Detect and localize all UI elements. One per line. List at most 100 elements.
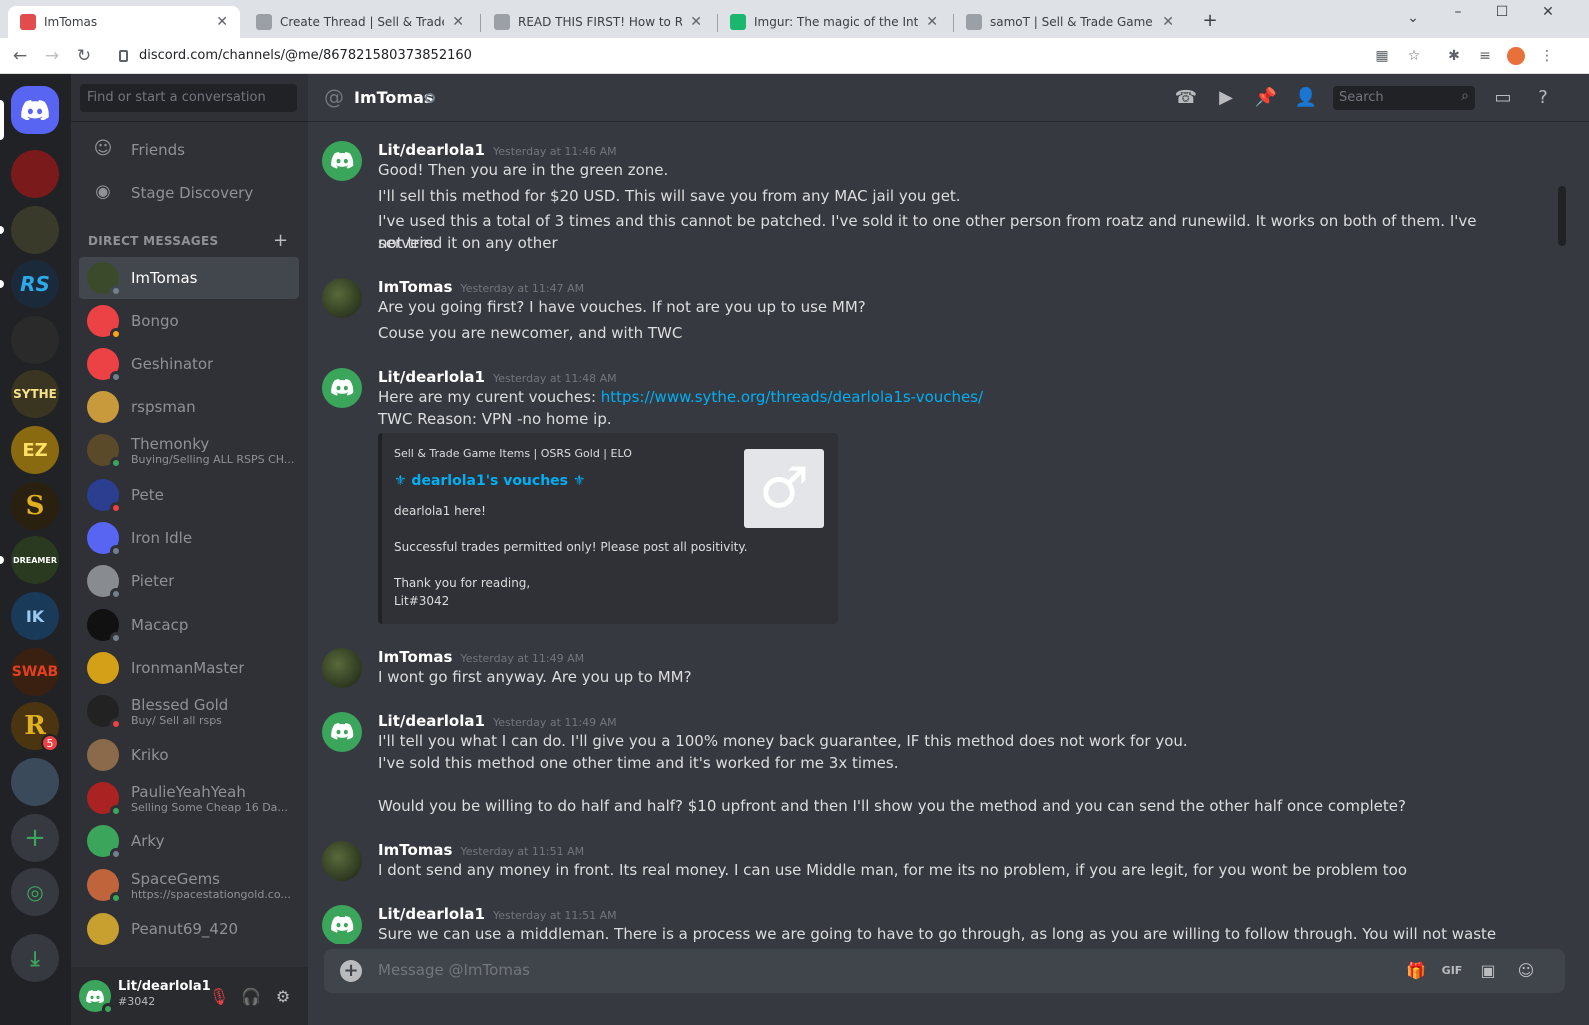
message-author[interactable]: Lit/dearlola1 Yesterday at 11:49 AM <box>378 712 617 730</box>
add-server-button[interactable]: + <box>11 814 59 862</box>
settings-gear-icon[interactable]: ⚙ <box>272 986 294 1008</box>
message-author[interactable]: ImTomas Yesterday at 11:49 AM <box>378 648 584 666</box>
back-icon[interactable]: ← <box>10 46 30 66</box>
close-tab-icon[interactable]: ✕ <box>452 14 464 30</box>
url-field[interactable]: discord.com/channels/@me/867821580373852… <box>139 45 472 67</box>
nav-friends[interactable]: ☺ Friends <box>79 129 299 171</box>
minimize-icon[interactable]: – <box>1446 4 1470 24</box>
dm-item[interactable]: Iron Idle <box>79 517 299 559</box>
server-icon[interactable] <box>11 150 59 198</box>
user-avatar[interactable] <box>79 980 114 1015</box>
mute-icon[interactable]: 🎙 <box>208 986 230 1008</box>
gif-icon[interactable]: GIF <box>1440 959 1464 983</box>
message-author[interactable]: Lit/dearlola1 Yesterday at 11:46 AM <box>378 141 617 159</box>
message-avatar[interactable] <box>322 141 362 181</box>
message-input[interactable]: Message @ImTomas <box>378 961 530 979</box>
close-tab-icon[interactable]: ✕ <box>690 14 702 30</box>
dm-item[interactable]: Bongo <box>79 300 299 342</box>
browser-tab[interactable]: samoT | Sell & Trade Game Items ✕ <box>954 6 1186 38</box>
dm-item[interactable]: Pieter <box>79 560 299 602</box>
dm-item[interactable]: Pete <box>79 474 299 516</box>
browser-tab[interactable]: Create Thread | Sell & Trade Gam ✕ <box>244 6 476 38</box>
dm-item[interactable]: Blessed Gold Buy/ Sell all rsps <box>79 690 299 732</box>
embed-title[interactable]: ⚜ dearlola1's vouches ⚜ <box>394 473 585 489</box>
menu-icon[interactable]: ⋮ <box>1538 47 1556 65</box>
close-window-icon[interactable]: ✕ <box>1536 4 1560 24</box>
dm-item[interactable]: PaulieYeahYeah Selling Some Cheap 16 Da..… <box>79 777 299 819</box>
nav-stage-discovery[interactable]: ◉ Stage Discovery <box>79 172 299 214</box>
search-input[interactable]: Search ⌕ <box>1333 86 1475 110</box>
message-composer[interactable]: + Message @ImTomas 🎁 GIF ▣ ☺ <box>324 949 1565 993</box>
message-avatar[interactable] <box>322 712 362 752</box>
embed-description: Lit#3042 <box>394 594 450 608</box>
video-call-icon[interactable]: ▶ <box>1214 86 1238 110</box>
gift-icon[interactable]: 🎁 <box>1404 959 1428 983</box>
server-icon[interactable] <box>11 316 59 364</box>
dm-item[interactable]: IronmanMaster <box>79 647 299 689</box>
tab-search-icon[interactable]: ⌄ <box>1401 10 1425 30</box>
dm-item[interactable]: Peanut69_420 <box>79 908 299 950</box>
profile-avatar[interactable] <box>1507 47 1525 65</box>
message-avatar[interactable] <box>322 905 362 944</box>
message-avatar[interactable] <box>322 841 362 881</box>
message-avatar[interactable] <box>322 278 362 318</box>
home-button[interactable] <box>11 86 59 134</box>
message-author[interactable]: ImTomas Yesterday at 11:47 AM <box>378 278 584 296</box>
inbox-icon[interactable]: ▭ <box>1491 86 1515 110</box>
create-dm-icon[interactable]: + <box>273 230 288 251</box>
close-tab-icon[interactable]: ✕ <box>926 14 938 30</box>
lock-icon[interactable] <box>119 50 128 62</box>
add-friend-dm-icon[interactable]: 👤 <box>1294 86 1318 110</box>
server-icon[interactable]: DREAMER <box>11 536 59 584</box>
dm-item[interactable]: Themonky Buying/Selling ALL RSPS CH... <box>79 429 299 471</box>
server-icon[interactable] <box>11 758 59 806</box>
pinned-messages-icon[interactable]: 📌 <box>1254 86 1278 110</box>
maximize-icon[interactable]: ☐ <box>1490 4 1514 24</box>
server-icon[interactable]: EZ <box>11 426 59 474</box>
dm-item[interactable]: rspsman <box>79 386 299 428</box>
explore-servers-icon[interactable]: ◎ <box>11 868 59 916</box>
status-dot <box>110 502 122 514</box>
vouches-link[interactable]: https://www.sythe.org/threads/dearlola1s… <box>601 388 983 406</box>
server-icon[interactable]: SYTHE <box>11 370 59 418</box>
server-icon[interactable] <box>11 206 59 254</box>
find-conversation-input[interactable]: Find or start a conversation <box>80 84 297 112</box>
embed-thumbnail[interactable]: ♂ <box>744 449 824 528</box>
dm-item[interactable]: Kriko <box>79 734 299 776</box>
browser-tab[interactable]: ImTomas ✕ <box>8 6 240 38</box>
message-author[interactable]: ImTomas Yesterday at 11:51 AM <box>378 841 584 859</box>
close-tab-icon[interactable]: ✕ <box>1162 14 1174 30</box>
message-author[interactable]: Lit/dearlola1 Yesterday at 11:48 AM <box>378 368 617 386</box>
qr-code-icon[interactable]: ▦ <box>1373 47 1391 65</box>
dm-item[interactable]: Arky <box>79 820 299 862</box>
forward-icon[interactable]: → <box>42 46 62 66</box>
dm-item[interactable]: SpaceGems https://spacestationgold.co... <box>79 864 299 906</box>
new-tab-icon[interactable]: + <box>1198 10 1222 31</box>
dm-item[interactable]: Geshinator <box>79 343 299 385</box>
server-icon[interactable]: IK <box>11 592 59 640</box>
browser-tab[interactable]: READ THIS FIRST! How to Report ✕ <box>482 6 714 38</box>
server-icon[interactable]: RS <box>11 260 59 308</box>
dm-item[interactable]: ImTomas <box>79 257 299 299</box>
sticker-icon[interactable]: ▣ <box>1476 959 1500 983</box>
scrollbar-thumb[interactable] <box>1558 186 1566 246</box>
server-icon[interactable]: SWAB <box>11 648 59 696</box>
bookmark-star-icon[interactable]: ☆ <box>1405 47 1423 65</box>
server-icon[interactable]: S <box>11 482 59 530</box>
headphones-icon[interactable]: 🎧 <box>240 986 262 1008</box>
dm-item[interactable]: Macacp <box>79 604 299 646</box>
message-avatar[interactable] <box>322 368 362 408</box>
media-control-icon[interactable]: ≡ <box>1476 47 1494 65</box>
download-apps-icon[interactable]: ⤓ <box>11 934 59 982</box>
voice-call-icon[interactable]: ☎ <box>1174 86 1198 110</box>
message-author[interactable]: Lit/dearlola1 Yesterday at 11:51 AM <box>378 905 617 923</box>
attach-plus-icon[interactable]: + <box>340 960 362 982</box>
help-icon[interactable]: ? <box>1531 86 1555 110</box>
close-tab-icon[interactable]: ✕ <box>216 14 228 30</box>
extensions-icon[interactable]: ✱ <box>1445 47 1463 65</box>
emoji-icon[interactable]: ☺ <box>1514 959 1538 983</box>
embed-provider[interactable]: Sell & Trade Game Items | OSRS Gold | EL… <box>394 447 632 460</box>
browser-tab[interactable]: Imgur: The magic of the Internet ✕ <box>718 6 950 38</box>
message-avatar[interactable] <box>322 648 362 688</box>
reload-icon[interactable]: ↻ <box>74 46 94 66</box>
